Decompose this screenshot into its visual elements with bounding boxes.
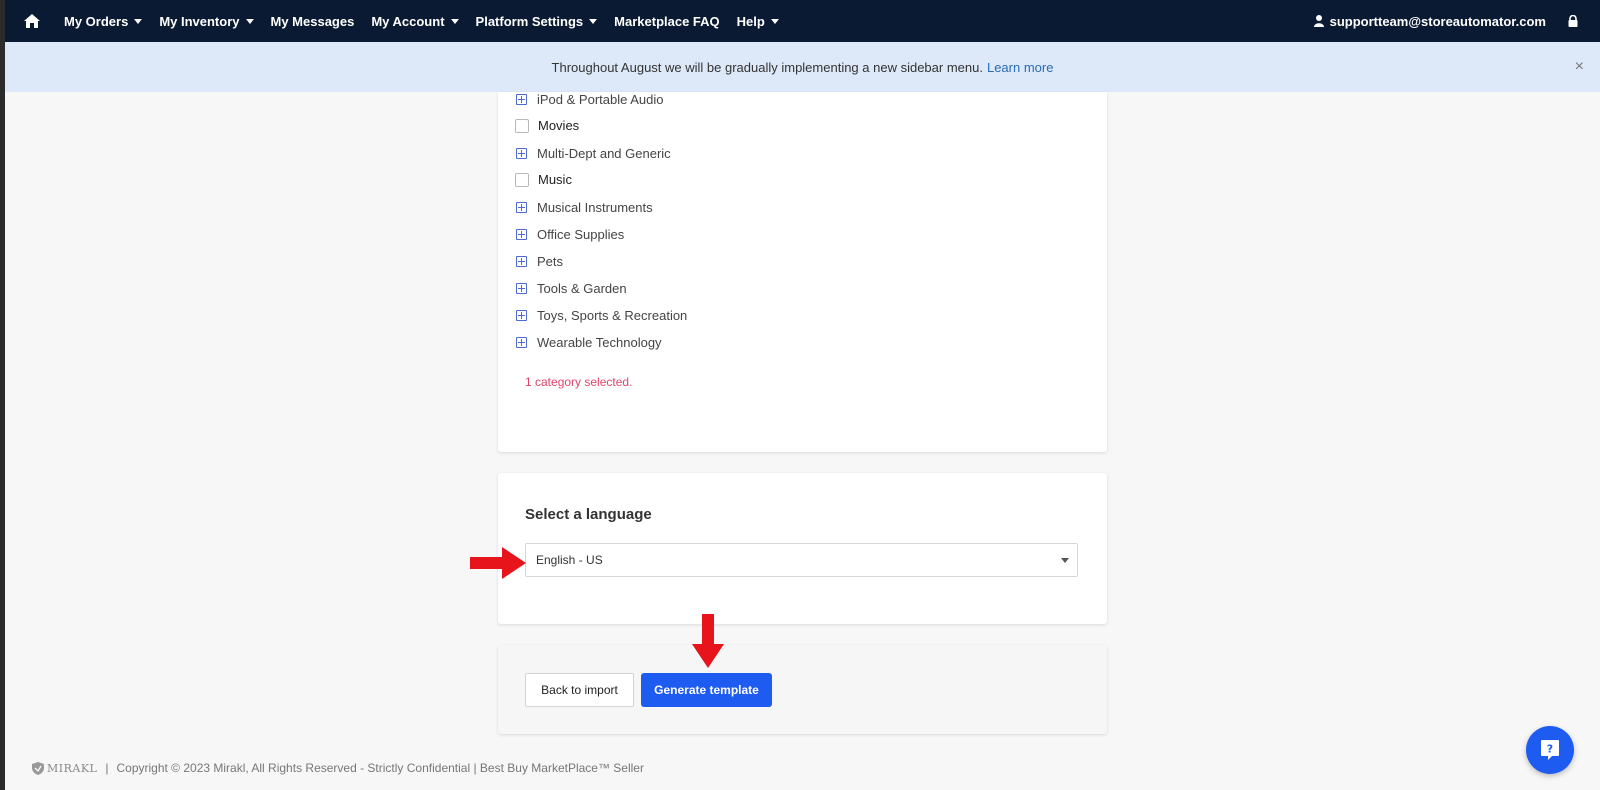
category-label: Musical Instruments [537,200,653,215]
nav-platform-settings[interactable]: Platform Settings [476,14,598,29]
category-label: Toys, Sports & Recreation [537,308,688,323]
nav-label: My Orders [64,13,129,29]
top-navigation: My Orders My Inventory My Messages My Ac… [5,0,1600,42]
category-checkbox[interactable] [515,172,529,187]
category-label: Multi-Dept and Generic [537,146,671,161]
svg-text:?: ? [1547,743,1553,756]
category-label: Pets [537,254,564,269]
help-button[interactable]: ? [1526,726,1574,774]
user-menu[interactable]: supportteam@storeautomator.com [1313,13,1546,29]
caret-down-icon [770,18,779,24]
category-item[interactable]: Toys, Sports & Recreation [515,308,687,323]
expand-plus-icon[interactable] [516,256,527,267]
nav-my-messages[interactable]: My Messages [271,14,355,29]
back-to-import-button[interactable]: Back to import [525,673,634,707]
nav-my-orders[interactable]: My Orders [64,13,143,29]
nav-my-account[interactable]: My Account [371,13,459,29]
category-item[interactable]: Music [515,172,572,187]
caret-down-icon [245,18,254,24]
home-icon[interactable] [17,14,47,28]
category-item[interactable]: iPod & Portable Audio [515,92,663,107]
language-card: Select a language English - US [498,473,1107,624]
category-label: Music [538,172,572,187]
category-item[interactable]: Office Supplies [515,227,624,242]
category-checkbox[interactable] [515,118,529,133]
category-card: iPod & Portable Audio Movies Multi-Dept … [498,92,1107,452]
language-selected-value: English - US [536,553,603,567]
announcement-banner: Throughout August we will be gradually i… [5,42,1600,92]
expand-plus-icon[interactable] [516,337,527,348]
category-item[interactable]: Multi-Dept and Generic [515,146,671,161]
nav-right: supportteam@storeautomator.com [1313,13,1600,29]
category-item[interactable]: Wearable Technology [515,335,662,350]
expand-plus-icon[interactable] [516,229,527,240]
nav-my-inventory[interactable]: My Inventory [159,13,254,29]
window-edge [0,0,5,790]
question-help-icon: ? [1541,740,1559,760]
selection-count-note: 1 category selected. [525,375,633,389]
category-label: iPod & Portable Audio [537,92,664,107]
caret-down-icon [450,18,459,24]
nav-label: My Inventory [159,13,240,29]
lock-icon[interactable] [1568,15,1578,27]
category-label: Tools & Garden [537,281,627,296]
footer: MIRAKL | Copyright © 2023 Mirakl, All Ri… [32,761,644,775]
user-icon [1313,15,1324,27]
expand-plus-icon[interactable] [516,283,527,294]
category-item[interactable]: Musical Instruments [515,200,653,215]
expand-plus-icon[interactable] [516,202,527,213]
generate-template-button[interactable]: Generate template [641,673,772,707]
caret-down-icon [134,18,143,24]
close-icon[interactable]: × [1575,59,1584,75]
language-title: Select a language [525,506,652,523]
language-select[interactable]: English - US [525,543,1078,577]
caret-down-icon [589,18,598,24]
nav-label: Help [736,13,765,29]
shield-logo-icon [32,761,44,775]
nav-label: My Messages [270,13,355,29]
logo-text: MIRAKL [47,761,98,775]
expand-plus-icon[interactable] [516,310,527,321]
category-item[interactable]: Movies [515,118,579,133]
copyright-text: Copyright © 2023 Mirakl, All Rights Rese… [116,761,644,775]
category-label: Wearable Technology [537,335,662,350]
banner-message: Throughout August we will be gradually i… [551,59,983,75]
red-arrow-down-icon [692,614,724,668]
category-item[interactable]: Pets [515,254,563,269]
expand-plus-icon[interactable] [516,94,527,105]
category-label: Movies [538,118,580,133]
user-email: supportteam@storeautomator.com [1329,13,1546,29]
nav-help[interactable]: Help [737,14,779,29]
mirakl-logo: MIRAKL [32,761,98,775]
nav-label: Platform Settings [475,13,584,29]
nav-marketplace-faq[interactable]: Marketplace FAQ [614,14,720,29]
action-card: Back to import Generate template [498,645,1107,734]
category-item[interactable]: Tools & Garden [515,281,627,296]
nav-label: Marketplace FAQ [614,13,720,29]
learn-more-link[interactable]: Learn more [987,60,1053,75]
expand-plus-icon[interactable] [516,148,527,159]
dropdown-caret-icon [1061,558,1069,563]
category-label: Office Supplies [537,227,625,242]
red-arrow-right-icon [470,547,526,579]
footer-separator: | [105,761,109,775]
nav-label: My Account [371,13,445,29]
